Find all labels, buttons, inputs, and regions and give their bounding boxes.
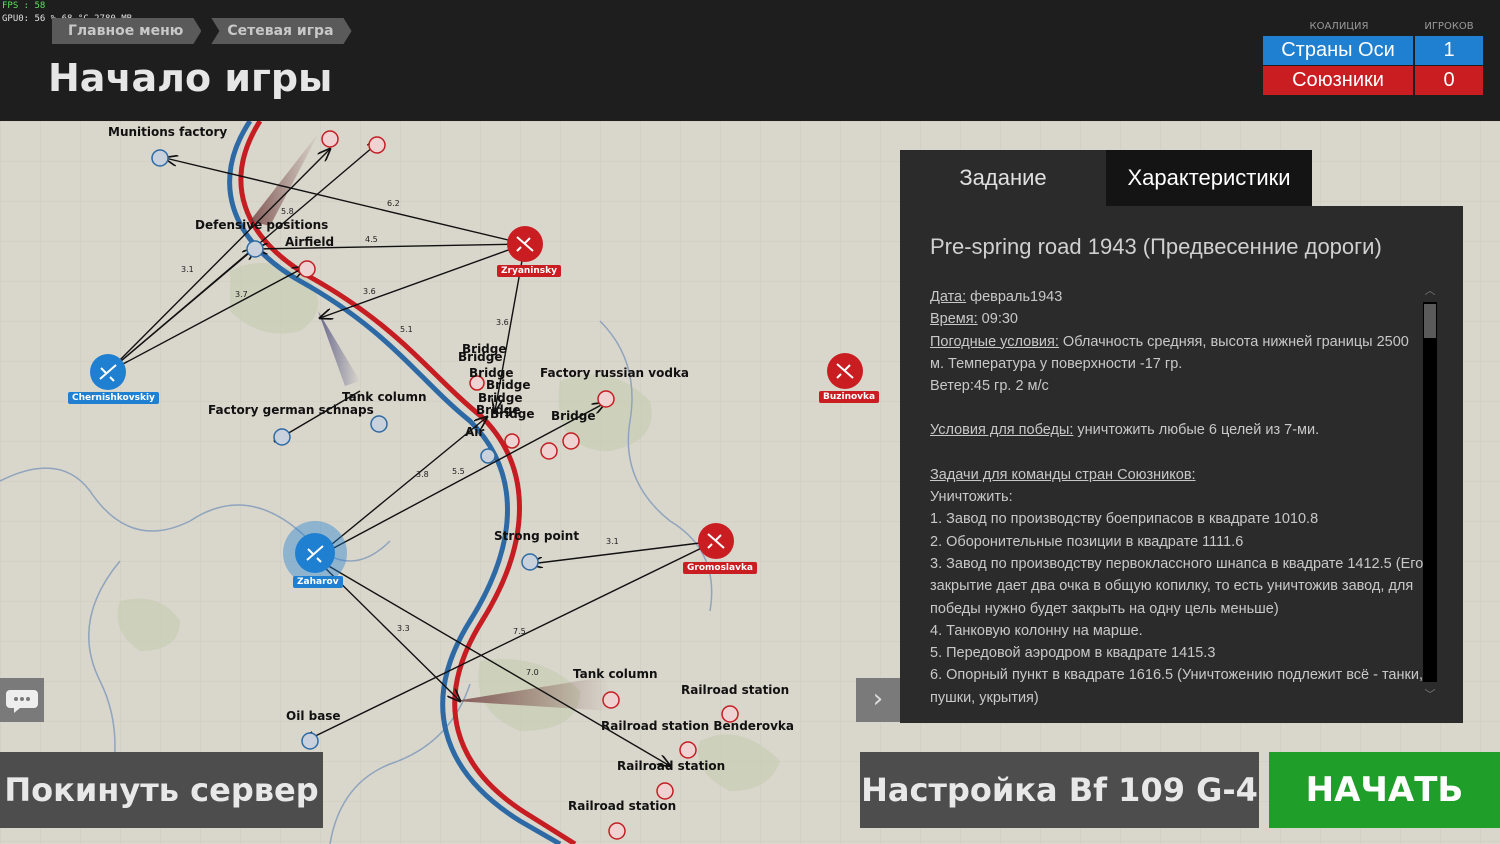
briefing-tabs: Задание Характеристики — [900, 150, 1463, 206]
base-label-zaharov: Zaharov — [293, 576, 343, 588]
map-label: Airfield — [285, 235, 335, 249]
map-label: Factory russian vodka — [540, 366, 690, 380]
distance-label: 3.1 — [181, 265, 194, 274]
player-count: 1 — [1415, 36, 1483, 65]
coalition-row-axis[interactable]: Страны Оси 1 — [1263, 36, 1483, 65]
chat-bubble-icon — [6, 690, 38, 713]
distance-label: 3.6 — [363, 287, 376, 296]
base-label-gromoslavka: Gromoslavka — [683, 562, 758, 574]
breadcrumb: Главное меню Сетевая игра — [52, 18, 362, 44]
player-count: 0 — [1415, 66, 1483, 95]
distance-label: 3.1 — [606, 537, 619, 546]
base-label-zryaninsky: Zryaninsky — [497, 265, 562, 277]
task-item: 2. Оборонительные позиции в квадрате 111… — [930, 533, 1244, 550]
destroy-label: Уничтожить: — [930, 489, 1013, 506]
map-label: Bridge — [551, 409, 596, 423]
coalition-panel: КОАЛИЦИЯ ИГРОКОВ Страны Оси 1 Союзники 0 — [1263, 18, 1483, 96]
players-column-header: ИГРОКОВ — [1424, 21, 1474, 32]
distance-label: 3.7 — [235, 290, 248, 299]
chat-button[interactable] — [0, 678, 44, 722]
map-label: Air — [465, 425, 485, 439]
tasks-label: Задачи для команды стран Союзников: — [930, 466, 1196, 483]
scroll-up-icon[interactable]: ︿ — [1424, 282, 1436, 297]
distance-label: 6.2 — [387, 199, 400, 208]
time-value: 09:30 — [977, 311, 1018, 328]
coalition-name[interactable]: Страны Оси — [1263, 36, 1413, 65]
distance-label: 3.6 — [496, 318, 509, 327]
tab-mission[interactable]: Задание — [900, 150, 1106, 206]
map-label: Munitions factory — [108, 125, 228, 139]
coalition-row-allies[interactable]: Союзники 0 — [1263, 66, 1483, 95]
task-item: 4. Танковую колонну на марше. — [930, 622, 1143, 639]
wind-value: Ветер:45 гр. 2 м/с — [930, 378, 1049, 395]
map-label: Strong point — [494, 529, 580, 543]
map-label: Bridge — [486, 378, 531, 392]
distance-label: 5.8 — [281, 207, 294, 216]
task-item: 6. Опорный пункт в квадрате 1616.5 (Унич… — [930, 667, 1423, 706]
map-label: Railroad station — [681, 683, 790, 697]
distance-label: 5.5 — [452, 467, 465, 476]
leave-server-button[interactable]: Покинуть сервер — [0, 752, 323, 828]
coalition-name[interactable]: Союзники — [1263, 66, 1413, 95]
map-label: Factory german schnaps — [208, 403, 374, 417]
top-bar: FPS : 58 GPU0: 56 % 68 °C 2780 MB Главно… — [0, 0, 1500, 121]
scroll-down-icon[interactable]: ﹀ — [1424, 686, 1436, 701]
victory-label: Условия для победы: — [930, 422, 1074, 439]
map-label: Railroad station Benderovka — [601, 719, 795, 733]
map-label: Tank column — [342, 390, 427, 404]
briefing-panel: Задание Характеристики Pre-spring road 1… — [900, 150, 1463, 723]
briefing-scrollbar[interactable] — [1423, 302, 1437, 682]
distance-label: 7.5 — [513, 627, 526, 636]
task-item: 5. Передовой аэродром в квадрате 1415.3 — [930, 645, 1216, 662]
task-item: 3. Завод по производству первоклассного … — [930, 555, 1424, 617]
scrollbar-thumb[interactable] — [1424, 304, 1436, 338]
distance-label: 5.1 — [400, 325, 413, 334]
distance-label: 3.8 — [416, 470, 429, 479]
fps-readout: FPS : 58 — [2, 1, 46, 11]
start-button[interactable]: НАЧАТЬ — [1269, 752, 1500, 828]
briefing-body[interactable]: Pre-spring road 1943 (Предвесенние дорог… — [900, 206, 1463, 723]
distance-label: 3.3 — [397, 624, 410, 633]
victory-value: уничтожить любые 6 целей из 7-ми. — [1073, 422, 1320, 439]
weather-label: Погодные условия: — [930, 333, 1059, 350]
breadcrumb-main-menu[interactable]: Главное меню — [52, 18, 201, 44]
aircraft-setup-button[interactable]: Настройка Bf 109 G-4 — [860, 752, 1259, 828]
briefing-text: Дата: февраль1943 Время: 09:30 Погодные … — [930, 286, 1425, 709]
distance-label: 7.0 — [526, 668, 539, 677]
map-label: Tank column — [573, 667, 658, 681]
base-label-buzinovka: Buzinovka — [819, 391, 880, 403]
breadcrumb-multiplayer[interactable]: Сетевая игра — [211, 18, 351, 44]
map-label: Defensive positions — [195, 218, 329, 232]
map-label: Railroad station — [617, 759, 726, 773]
base-label-chernishkovskiy: Chernishkovskiy — [68, 392, 159, 404]
task-item: 1. Завод по производству боеприпасов в к… — [930, 511, 1319, 528]
map-label: Bridge — [490, 407, 535, 421]
time-label: Время: — [930, 311, 978, 328]
date-label: Дата: — [930, 289, 967, 305]
expand-panel-button[interactable]: › — [856, 678, 900, 722]
mission-title: Pre-spring road 1943 (Предвесенние дорог… — [930, 234, 1382, 259]
distance-label: 4.5 — [365, 235, 378, 244]
map-label: Bridge — [458, 350, 503, 364]
map-label: Railroad station — [568, 799, 677, 813]
coalition-column-header: КОАЛИЦИЯ — [1309, 21, 1369, 32]
page-title: Начало игры — [48, 56, 333, 100]
map-label: Oil base — [286, 709, 341, 723]
chevron-right-icon: › — [872, 684, 884, 714]
tab-characteristics[interactable]: Характеристики — [1106, 150, 1312, 206]
date-value: февраль1943 — [966, 289, 1063, 305]
